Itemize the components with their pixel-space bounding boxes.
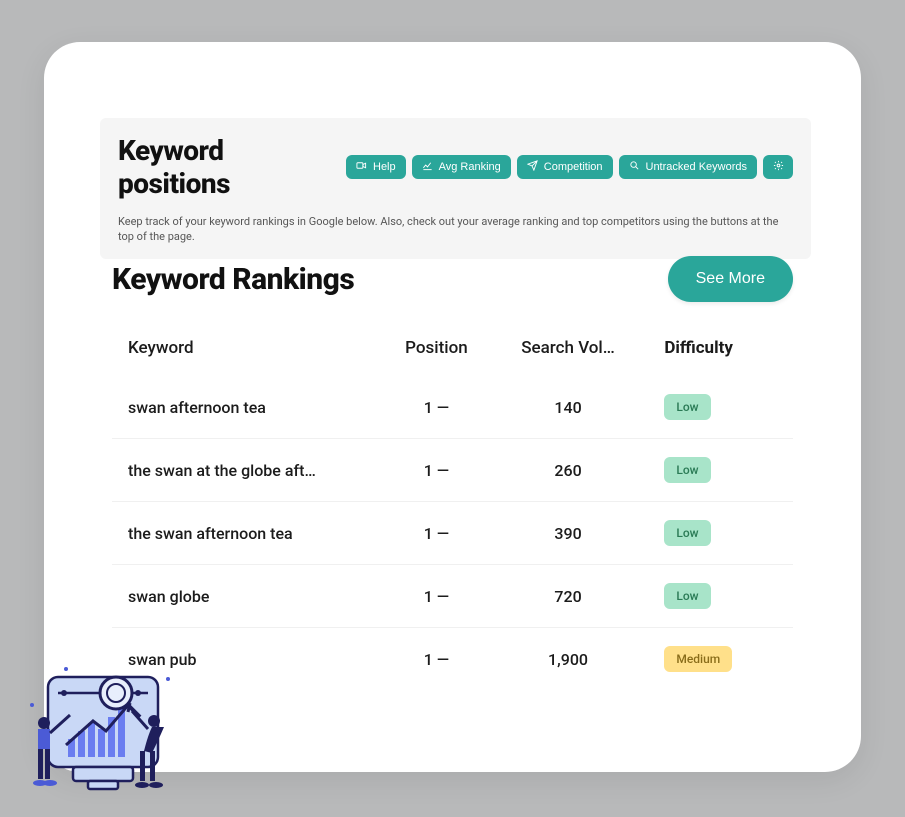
cell-difficulty: Medium	[644, 646, 777, 672]
col-header-position: Position	[381, 338, 492, 358]
section-header: Keyword Rankings See More	[112, 256, 793, 302]
difficulty-badge: Medium	[664, 646, 732, 672]
see-more-button[interactable]: See More	[668, 256, 793, 302]
help-button-label: Help	[373, 161, 396, 173]
table-row[interactable]: the swan at the globe aft… 1 — 260 Low	[112, 439, 793, 502]
gear-icon	[773, 160, 784, 174]
page-header: Keyword positions Help Avg Ranking	[100, 118, 811, 259]
cell-volume: 390	[502, 524, 635, 543]
avg-ranking-button-label: Avg Ranking	[439, 161, 501, 173]
table-row[interactable]: swan afternoon tea 1 — 140 Low	[112, 376, 793, 439]
cell-keyword: swan globe	[128, 587, 371, 606]
avg-ranking-button[interactable]: Avg Ranking	[412, 155, 511, 179]
difficulty-badge: Low	[664, 520, 710, 546]
table-row[interactable]: swan pub1 —1,900Medium	[112, 628, 793, 686]
difficulty-badge: Low	[664, 457, 710, 483]
table-header-row: Keyword Position Search Vol… Difficulty	[112, 320, 793, 376]
cell-difficulty: Low	[644, 583, 777, 609]
difficulty-badge: Low	[664, 583, 710, 609]
cell-volume: 1,900	[502, 650, 635, 669]
cell-difficulty: Low	[644, 394, 777, 420]
send-icon	[527, 160, 538, 174]
cell-volume: 720	[502, 587, 635, 606]
untracked-keywords-button-label: Untracked Keywords	[646, 161, 748, 173]
col-header-difficulty: Difficulty	[644, 338, 777, 358]
help-button[interactable]: Help	[346, 155, 406, 179]
difficulty-badge: Low	[664, 394, 710, 420]
rankings-table: Keyword Position Search Vol… Difficulty …	[112, 320, 793, 686]
page-title: Keyword positions	[118, 134, 336, 200]
chart-icon	[422, 160, 433, 174]
competition-button[interactable]: Competition	[517, 155, 613, 179]
cell-keyword: swan afternoon tea	[128, 398, 371, 417]
cell-position: 1 —	[381, 587, 492, 606]
search-icon	[629, 160, 640, 174]
section-title: Keyword Rankings	[112, 262, 354, 297]
competition-button-label: Competition	[544, 161, 603, 173]
cell-difficulty: Low	[644, 520, 777, 546]
settings-button[interactable]	[763, 155, 793, 179]
page-subtitle: Keep track of your keyword rankings in G…	[118, 214, 793, 245]
cell-volume: 260	[502, 461, 635, 480]
cell-position: 1 —	[381, 398, 492, 417]
table-body[interactable]: swan afternoon tea1 —140Lowthe swan at t…	[112, 376, 793, 686]
cell-keyword: the swan at the globe aft…	[128, 461, 371, 480]
cell-position: 1 —	[381, 524, 492, 543]
cell-volume: 140	[502, 398, 635, 417]
analytics-illustration	[18, 659, 188, 809]
header-top-row: Keyword positions Help Avg Ranking	[118, 134, 793, 200]
toolbar: Help Avg Ranking Competition	[346, 155, 793, 179]
video-icon	[356, 160, 367, 174]
col-header-keyword: Keyword	[128, 338, 371, 358]
table-row[interactable]: swan globe 1 — 720 Low	[112, 565, 793, 628]
cell-position: 1 —	[381, 461, 492, 480]
cell-position: 1 —	[381, 650, 492, 669]
col-header-volume: Search Vol…	[502, 338, 635, 358]
rankings-section: Keyword Rankings See More Keyword Positi…	[112, 256, 793, 686]
table-row[interactable]: the swan afternoon tea 1 — 390 Low	[112, 502, 793, 565]
cell-difficulty: Low	[644, 457, 777, 483]
untracked-keywords-button[interactable]: Untracked Keywords	[619, 155, 758, 179]
cell-keyword: the swan afternoon tea	[128, 524, 371, 543]
